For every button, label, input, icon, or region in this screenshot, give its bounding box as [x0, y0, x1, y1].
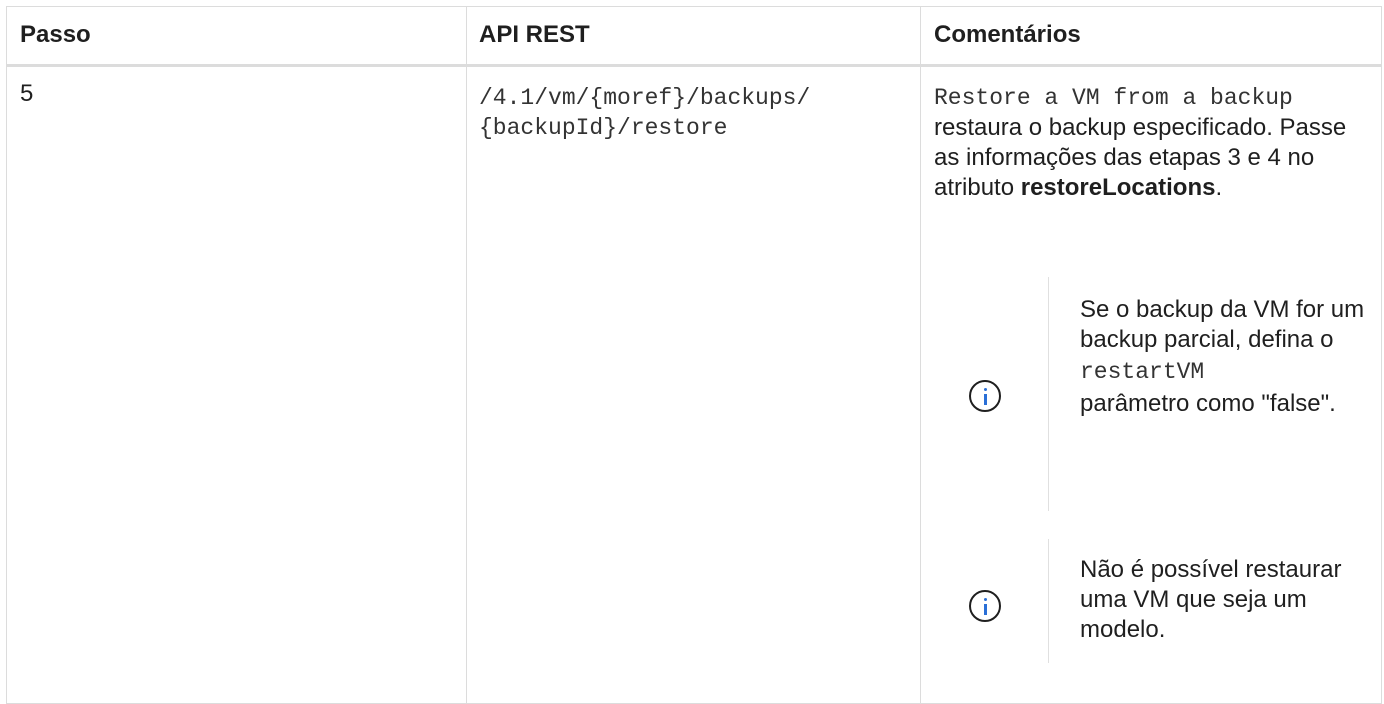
header-api-rest: API REST: [479, 21, 590, 48]
comment-text: Restore a VM from a backup restaura o ba…: [934, 83, 1374, 203]
note-text: Não é possível restaurar uma VM que seja…: [1080, 556, 1342, 643]
column-divider: [466, 7, 467, 703]
note-text: Se o backup da VM for um backup parcial,…: [1080, 295, 1370, 419]
column-divider: [920, 7, 921, 703]
note-text-before: Se o backup da VM for um backup parcial,…: [1080, 296, 1365, 353]
header-passo: Passo: [20, 21, 91, 48]
api-steps-table: Passo API REST Comentários 5 /4.1/vm/{mo…: [6, 6, 1382, 704]
table-header: Passo API REST Comentários: [7, 7, 1381, 67]
note-admonition: Se o backup da VM for um backup parcial,…: [927, 277, 1382, 511]
note-text-after: parâmetro como "false".: [1080, 390, 1336, 417]
comment-code: Restore a VM from a backup: [934, 85, 1293, 111]
restart-vm-code: restartVM: [1080, 359, 1205, 385]
api-endpoint: /4.1/vm/{moref}/backups/ {backupId}/rest…: [479, 83, 909, 143]
note-admonition: Não é possível restaurar uma VM que seja…: [927, 539, 1382, 663]
note-divider: [1048, 277, 1049, 511]
note-divider: [1048, 539, 1049, 663]
restore-locations-attr: restoreLocations: [1020, 174, 1216, 201]
step-number: 5: [20, 80, 34, 107]
info-icon: [969, 590, 1001, 622]
header-comentarios: Comentários: [934, 21, 1081, 48]
api-endpoint-line: /4.1/vm/{moref}/backups/: [479, 85, 811, 111]
info-icon: [969, 380, 1001, 412]
api-endpoint-line: {backupId}/restore: [479, 115, 728, 141]
comment-body: restaura o backup especificado. Passe as…: [934, 113, 1374, 203]
comment-period: .: [1215, 174, 1223, 201]
